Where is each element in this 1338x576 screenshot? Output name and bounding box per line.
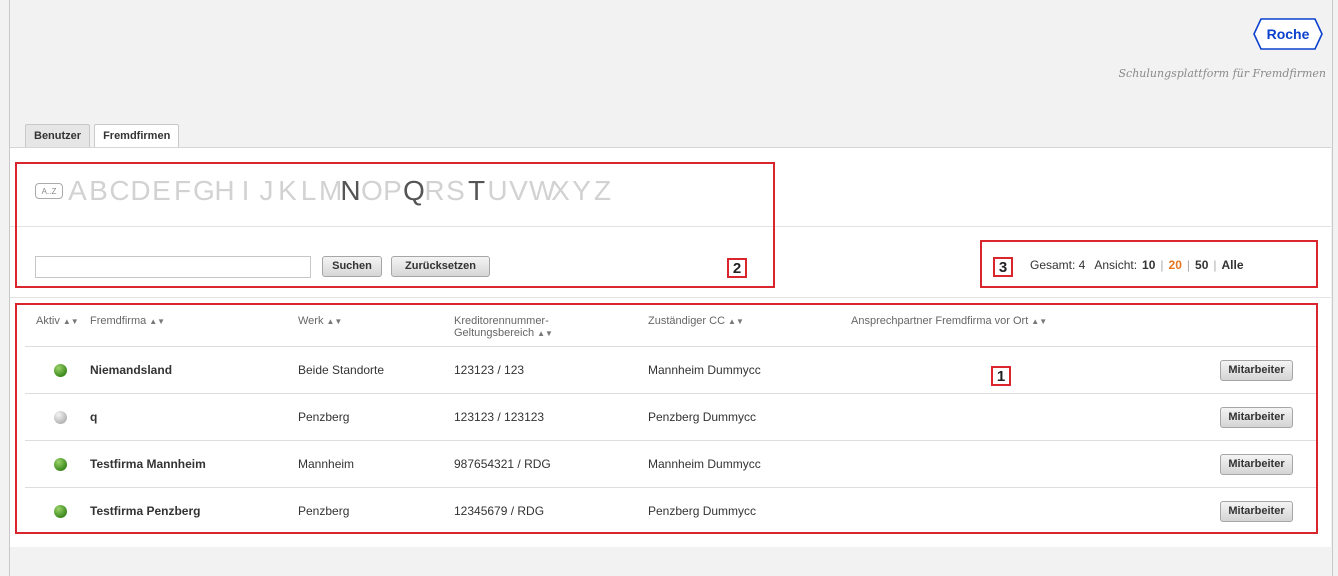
tab-fremdfirmen[interactable]: Fremdfirmen bbox=[94, 124, 180, 149]
platform-tagline: Schulungsplattform für Fremdfirmen bbox=[1118, 67, 1326, 80]
svg-text:Roche: Roche bbox=[1267, 26, 1310, 42]
tab-benutzer[interactable]: Benutzer bbox=[25, 124, 91, 147]
annotation-box-2 bbox=[15, 162, 775, 288]
annotation-label-1: 1 bbox=[991, 366, 1011, 386]
annotation-label-2: 2 bbox=[727, 258, 747, 278]
tab-bar: Benutzer Fremdfirmen bbox=[25, 124, 183, 149]
annotation-box-1 bbox=[15, 303, 1318, 534]
annotation-box-3 bbox=[980, 240, 1318, 288]
annotation-label-3: 3 bbox=[993, 257, 1013, 277]
roche-logo: Roche bbox=[1253, 18, 1323, 50]
divider bbox=[10, 297, 1331, 298]
